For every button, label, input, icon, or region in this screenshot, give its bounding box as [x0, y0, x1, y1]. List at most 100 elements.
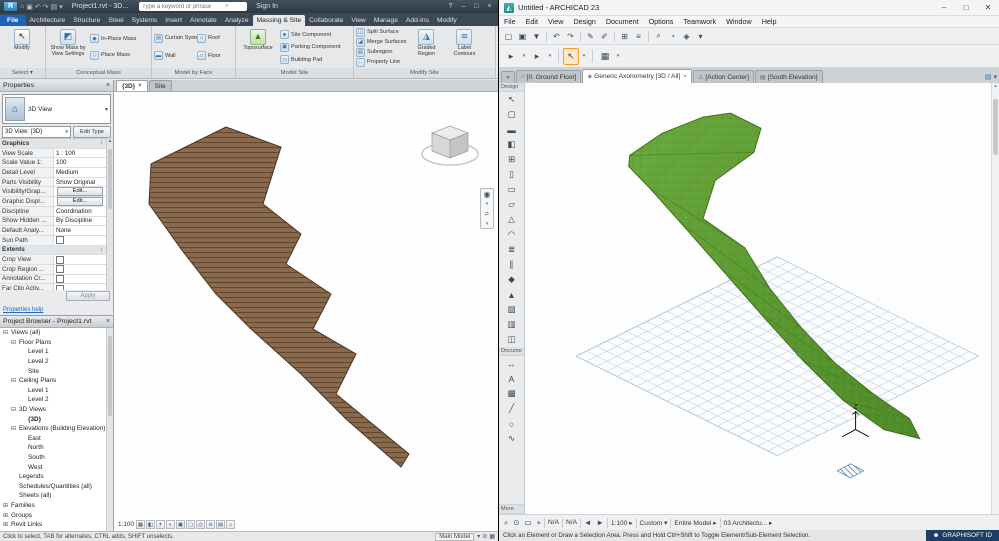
properties-scrollbar[interactable]: ▲ [106, 138, 113, 290]
tree-item[interactable]: East [0, 434, 106, 444]
shell-tool-icon[interactable]: ◠ [499, 227, 524, 242]
previous-menu-icon[interactable]: ▾ [520, 48, 528, 65]
wall-tool-icon[interactable]: ▬ [499, 122, 524, 137]
sun-path-icon[interactable]: ☀ [156, 520, 165, 529]
ribbon-tab[interactable]: Architecture [26, 15, 70, 26]
status-control[interactable] [544, 518, 545, 528]
ribbon-tab[interactable]: Structure [69, 15, 104, 26]
maximize-icon[interactable]: □ [955, 0, 977, 16]
layer-combination-control[interactable]: 03 Architectu... ▸ [722, 517, 775, 529]
railing-tool-icon[interactable]: ∥ [499, 257, 524, 272]
view-tab[interactable]: {3D} × [116, 80, 148, 91]
redo-icon[interactable]: ↷ [564, 30, 577, 43]
close-icon[interactable]: × [106, 82, 110, 89]
edit-type-button[interactable]: Edit Type [73, 126, 111, 138]
ribbon-tab[interactable]: View [347, 15, 369, 26]
drawing-area[interactable]: ◉ ▾ ⌕ ▾ 1:100 ▦◧☀◐▣▢◎⊘▤⌂ [114, 92, 498, 531]
property-row[interactable]: Scale Value 1: 100 [0, 158, 106, 168]
orientation-value[interactable]: N/A [564, 517, 579, 529]
steering-wheel-icon[interactable]: ◉ [484, 190, 491, 199]
revit-logo-icon[interactable]: R [4, 2, 17, 11]
open-icon[interactable]: ▣ [516, 30, 529, 43]
analytical-model-icon[interactable]: ⌂ [226, 520, 235, 529]
property-value[interactable] [54, 265, 106, 273]
sign-in-button[interactable]: Sign In [256, 3, 278, 10]
property-value[interactable]: By Discipline [54, 217, 106, 224]
toolbar-icon[interactable] [546, 31, 547, 42]
view-scale[interactable]: 1:100 [118, 521, 134, 528]
split-surface-button[interactable]: ◫ Split Surface [356, 27, 406, 37]
door-tool-icon[interactable]: ◧ [499, 137, 524, 152]
3d-view-icon[interactable]: ◈ [680, 30, 693, 43]
search-input[interactable] [139, 4, 225, 10]
menu-item[interactable]: Design [568, 17, 600, 26]
property-row[interactable]: Graphics [0, 139, 106, 149]
property-row[interactable]: Sun Path [0, 236, 106, 246]
tree-expand-icon[interactable]: ⊟ [10, 377, 17, 384]
toposurface-button[interactable]: ▲ Toposurface [238, 27, 278, 67]
next-icon[interactable]: ▸ [529, 48, 545, 65]
zoom-factor-value[interactable]: N/A [546, 517, 561, 529]
curtain-system-button[interactable]: ▤ Curtain System [154, 33, 196, 43]
graphisoft-id-button[interactable]: ☻ GRAPHISOFT ID [926, 530, 999, 541]
status-control[interactable] [580, 518, 581, 528]
property-row[interactable]: View Scale 1 : 100 [0, 149, 106, 159]
building-pad-button[interactable]: ▭ Building Pad [280, 55, 340, 65]
roof-tool-icon[interactable]: △ [499, 212, 524, 227]
toolbox-section-document[interactable]: Docume [499, 347, 524, 356]
search-icon[interactable]: ⌕ [225, 3, 228, 10]
detail-level-icon[interactable]: ▦ [136, 520, 145, 529]
menu-item[interactable]: Window [721, 17, 757, 26]
ribbon-tab[interactable]: Systems [128, 15, 162, 26]
maximize-icon[interactable]: □ [472, 3, 481, 10]
label-contours-button[interactable]: ≋ Label Contours [446, 27, 482, 67]
circle-tool-icon[interactable]: ○ [499, 416, 524, 431]
zone-tool-icon[interactable]: ▨ [499, 302, 524, 317]
ribbon-tab[interactable]: Insert [161, 15, 186, 26]
tree-item[interactable]: Schedules/Quantities (all) [0, 482, 106, 492]
panel-label-select[interactable]: Select ▾ [0, 68, 45, 78]
archicad-canvas[interactable]: Z ▴ [525, 83, 999, 514]
editable-only-icon[interactable]: ▾ [477, 533, 480, 540]
minimize-icon[interactable]: – [933, 0, 955, 16]
tree-item[interactable]: Site [0, 366, 106, 376]
pick-up-parameters-icon[interactable]: ✎ [584, 30, 597, 43]
tree-item[interactable]: ⊞ Revit Links [0, 520, 106, 530]
menu-item[interactable]: Help [757, 17, 782, 26]
parking-component-button[interactable]: ▣ Parking Component [280, 42, 340, 52]
menu-item[interactable]: Options [644, 17, 679, 26]
close-icon[interactable]: ✕ [977, 0, 999, 16]
reveal-hidden-elements-icon[interactable]: ⊘ [206, 520, 215, 529]
inject-parameters-icon[interactable]: ✐ [598, 30, 611, 43]
ribbon-tab[interactable]: Modify [433, 15, 461, 26]
view-tab[interactable]: Site [149, 80, 172, 91]
exclude-options-icon[interactable]: ⊘ [482, 533, 487, 540]
tree-item[interactable]: Sheets (all) [0, 491, 106, 501]
revit-toposurface[interactable] [149, 127, 409, 467]
subregion-button[interactable]: ▧ Subregion [356, 47, 406, 57]
property-value[interactable]: 100 [54, 159, 106, 166]
browser-scrollbar[interactable] [106, 328, 113, 531]
ribbon-tab[interactable]: File [0, 15, 26, 26]
fit-in-window-icon[interactable]: ▭ [523, 517, 534, 529]
marquee-tool-icon[interactable]: ▢ [499, 107, 524, 122]
zoom-in-icon[interactable]: ⌕ [502, 517, 510, 529]
property-value[interactable] [54, 275, 106, 283]
tree-item[interactable]: ⊞ Groups [0, 510, 106, 520]
toolbar-icon[interactable] [614, 31, 615, 42]
new-icon[interactable]: ▢ [502, 30, 515, 43]
arrow-options-icon[interactable]: ▾ [580, 48, 588, 65]
spline-tool-icon[interactable]: ∿ [499, 431, 524, 446]
toolbox-section-design[interactable]: Design [499, 83, 524, 92]
property-row[interactable]: Crop Region ... [0, 265, 106, 275]
undo-icon[interactable]: ↶ [35, 3, 41, 11]
ribbon-tab[interactable]: Annotate [186, 15, 221, 26]
wall-button[interactable]: ▬ Wall [154, 51, 196, 61]
tree-item[interactable]: West [0, 462, 106, 472]
status-control[interactable] [636, 518, 637, 528]
show-crop-region-icon[interactable]: ▢ [186, 520, 195, 529]
ribbon-tab[interactable]: Steel [104, 15, 127, 26]
beam-tool-icon[interactable]: ▭ [499, 182, 524, 197]
toolbar-more-icon[interactable]: ▾ [694, 30, 707, 43]
status-control[interactable] [562, 518, 563, 528]
